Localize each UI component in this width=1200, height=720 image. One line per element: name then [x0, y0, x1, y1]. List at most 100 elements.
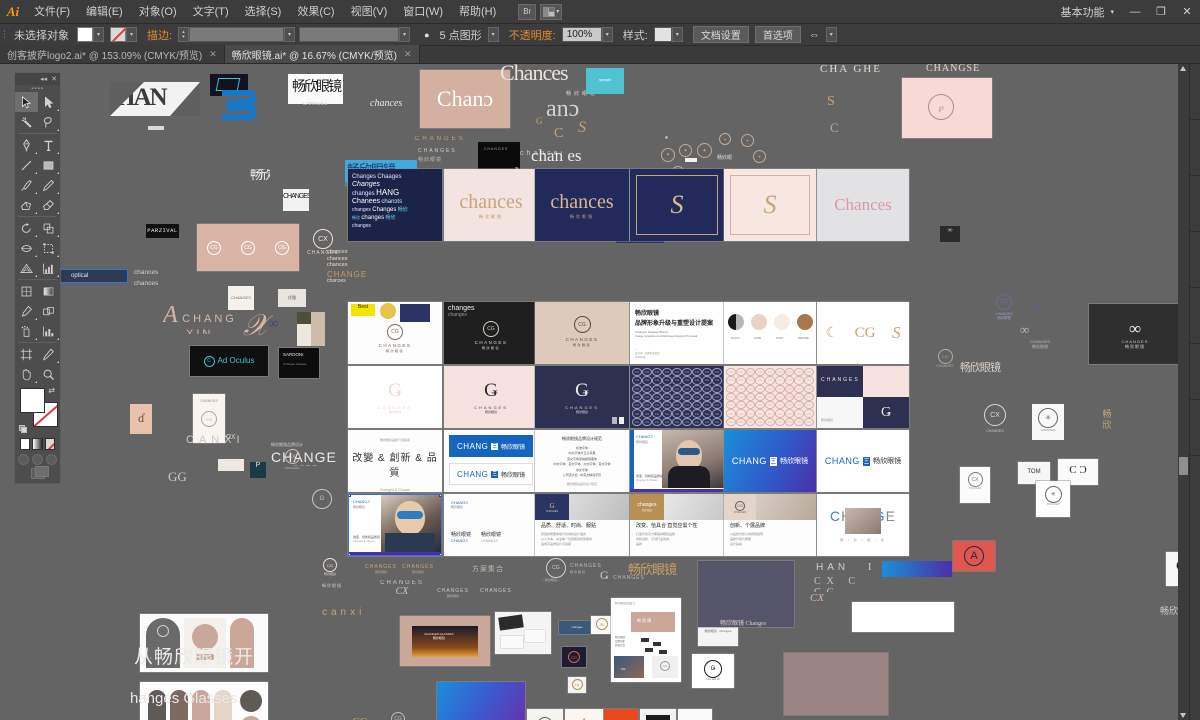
document-tab-changxin-glasses[interactable]: 畅欣眼镜.ai* @ 16.67% (CMYK/预览) ✕: [224, 45, 420, 63]
overlay-text-changes-glasses[interactable]: hanges Glasses.: [130, 690, 242, 707]
artwork-c-frag[interactable]: C: [554, 126, 568, 144]
artboard-g-mark-white[interactable]: Ǥ CHANGES 畅欣眼镜: [348, 366, 442, 428]
artwork-three-seal-board[interactable]: CG CG CG: [197, 224, 299, 271]
artwork-tiny-card-b[interactable]: [218, 459, 244, 471]
close-icon[interactable]: ✕: [51, 76, 57, 83]
artwork-changes-right-sub[interactable]: CHANGES 畅欣眼镜: [1020, 339, 1060, 355]
free-transform-tool[interactable]: [38, 238, 61, 258]
artwork-cg-bottom-a[interactable]: CG CHANGES畅欣眼镜: [340, 712, 380, 720]
overlay-text-from-changes[interactable]: 从畅欣眼镜开: [134, 642, 254, 669]
artwork-card-right-2[interactable]: ✳ CHANGES: [1036, 481, 1070, 517]
artwork-cn-gold-big[interactable]: 畅欣眼镜: [628, 559, 684, 577]
tab-close-icon[interactable]: ✕: [404, 49, 412, 60]
stroke-weight-field[interactable]: [189, 27, 285, 42]
pencil-tool[interactable]: [38, 175, 61, 195]
dock-panel-segment[interactable]: [1190, 288, 1200, 344]
minimize-button[interactable]: —: [1122, 0, 1148, 23]
rotate-tool[interactable]: [15, 218, 38, 238]
artwork-cn-script-box[interactable]: 畅欣眼镜: [288, 74, 343, 104]
artwork-chanes-frag[interactable]: chan es: [531, 146, 601, 168]
artwork-small-white-mark[interactable]: CHANGES: [283, 189, 309, 211]
artwork-cn-edge[interactable]: 畅欣: [1160, 604, 1178, 618]
artboard-monogram-variants[interactable]: ☾ CG S: [817, 302, 909, 364]
artboard-chances-pink[interactable]: Chances: [817, 169, 909, 241]
artwork-mini-collage[interactable]: [297, 312, 325, 346]
artwork-s-frag[interactable]: S: [578, 119, 594, 139]
artwork-cn-small-left[interactable]: 畅欣眼镜: [322, 583, 366, 597]
artwork-cha-ghe[interactable]: CHA GHE: [820, 64, 900, 81]
paintbrush-tool[interactable]: [15, 175, 38, 195]
hand-tool[interactable]: [15, 364, 38, 384]
artwork-plan-set[interactable]: 方案集合: [472, 564, 518, 578]
artwork-gold-badge-card[interactable]: ℞: [591, 616, 613, 634]
artwork-sardoni-card[interactable]: SARDONI Changes Glasses: [279, 348, 319, 378]
artwork-pink-seal-board[interactable]: ℘: [902, 78, 992, 138]
zoom-tool[interactable]: [38, 364, 61, 384]
artboard-blue-logo-pair[interactable]: CHANG Ξ 畅欣眼镜 CHANG Ξ 畅欣眼镜: [444, 430, 538, 492]
artwork-logo-card-4[interactable]: ⅅⅭ: [640, 709, 676, 720]
artwork-gg-glyph[interactable]: GG: [168, 469, 192, 485]
artwork-blue-e-mark[interactable]: [218, 88, 260, 122]
stroke-swatch-caret-icon[interactable]: ▾: [126, 27, 137, 42]
artboard-tool[interactable]: [15, 344, 38, 364]
menu-view[interactable]: 视图(V): [343, 0, 396, 24]
artwork-dark-red-seal[interactable]: CG: [562, 647, 586, 667]
tools-panel-header[interactable]: ◂◂ ✕: [15, 73, 60, 85]
artwork-changes-tiny-4[interactable]: CHANGES: [480, 588, 526, 602]
collapsed-panel-dock[interactable]: [1189, 64, 1200, 720]
fill-swatch[interactable]: [77, 27, 93, 42]
dock-panel-segment[interactable]: [1190, 64, 1200, 120]
menu-window[interactable]: 窗口(W): [395, 0, 451, 24]
opacity-caret-icon[interactable]: ▾: [601, 27, 613, 42]
document-setup-button[interactable]: 文档设置: [692, 26, 749, 43]
artwork-changes-label-slate[interactable]: 畅欣眼镜 Changes: [720, 618, 780, 632]
stroke-swatch[interactable]: [110, 27, 126, 42]
artboard-brand-grid[interactable]: CHANGES 畅欣眼镜 Ǥ: [817, 366, 909, 428]
default-fill-stroke-icon[interactable]: [19, 425, 28, 434]
menu-edit[interactable]: 编辑(E): [78, 0, 131, 24]
artboard-color-palette[interactable]: BLACK NUDE IVORY BRONZE: [724, 302, 816, 364]
artwork-chano-board[interactable]: Chanɔ: [420, 70, 510, 128]
artwork-bottom-seal-a[interactable]: CG 畅欣眼镜: [318, 558, 342, 582]
gradient-tool[interactable]: [38, 281, 61, 301]
artwork-tiny-white-seal[interactable]: CG: [568, 677, 586, 693]
artboard-wordmark-cloud[interactable]: Changes Chaages Changes changes HANG Cha…: [348, 169, 442, 241]
restore-button[interactable]: ❐: [1148, 0, 1174, 23]
width-tool[interactable]: [15, 238, 38, 258]
scroll-up-arrow-icon[interactable]: [1180, 66, 1186, 71]
artwork-white-board-right[interactable]: [852, 602, 954, 632]
artwork-i-right[interactable]: I: [868, 562, 880, 576]
artwork-canxi-lower[interactable]: canxi: [322, 607, 388, 625]
artboard-blue-logo-white[interactable]: CHANG Ξ 畅欣眼镜: [817, 430, 909, 492]
align-caret-icon[interactable]: ▾: [825, 27, 837, 42]
change-screen-mode-icon[interactable]: [30, 466, 49, 479]
selection-marquee[interactable]: [56, 269, 128, 283]
type-tool[interactable]: [38, 135, 61, 155]
artwork-cyan-mark[interactable]: symph: [586, 68, 624, 94]
stroke-profile-field[interactable]: [299, 27, 400, 42]
swap-fill-stroke-icon[interactable]: ⇄: [48, 386, 55, 395]
artboard-chances-navy[interactable]: chances 畅欣眼镜: [535, 169, 629, 241]
dock-panel-segment[interactable]: [1190, 176, 1200, 232]
artwork-mauve-board[interactable]: [784, 653, 888, 715]
artboard-pattern-blush[interactable]: CG CG CG CG CG CG CG CG CG CG CG CG CG CG CG CG CG CG CG…: [724, 366, 816, 428]
eyedropper-tool[interactable]: [15, 301, 38, 321]
artwork-cn-vertical[interactable]: 畅欣眼镜: [250, 169, 270, 194]
none-mode-icon[interactable]: [44, 438, 55, 450]
artwork-canxi-caps[interactable]: CANXI: [186, 434, 246, 450]
artwork-blue-gradient-board[interactable]: [437, 682, 525, 720]
artwork-changes-cx-script[interactable]: CHANGES CX: [374, 580, 430, 602]
artboard-s-monogram-blush[interactable]: S: [724, 169, 816, 241]
color-mode-bar[interactable]: [15, 436, 60, 452]
artwork-han-wordmark[interactable]: HAN: [110, 82, 200, 116]
artwork-changes-gold-caps[interactable]: CHANGES: [415, 136, 471, 146]
pen-tool[interactable]: [15, 135, 38, 155]
artwork-changes-pair[interactable]: chances chances: [134, 267, 174, 289]
artboard-logo-lockups[interactable]: CHANGΞ 畅欣眼镜 畅欣眼镜 CHANGΞ 畅欣眼镜 CHANGΞ: [444, 494, 538, 556]
artwork-stationery-mock[interactable]: [495, 612, 551, 654]
magic-wand-tool[interactable]: [15, 112, 38, 132]
color-mode-icon[interactable]: [20, 438, 31, 450]
opacity-field[interactable]: 100%: [561, 27, 602, 42]
artboard-slogan-cn[interactable]: 畅欣眼镜品牌介绍提案 改變 & 創新 & 品質 Changes & Chosen: [348, 430, 442, 492]
artwork-logo-card-3[interactable]: Ǥ: [604, 709, 638, 720]
